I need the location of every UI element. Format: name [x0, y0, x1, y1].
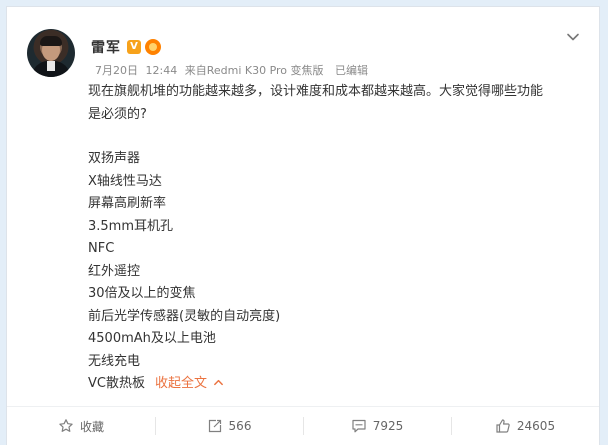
source-prefix: 来自 [184, 64, 207, 77]
like-button[interactable]: 24605 [451, 407, 599, 445]
star-icon [59, 419, 73, 432]
repost-icon [208, 419, 221, 433]
author-name[interactable]: 雷军 [91, 37, 121, 57]
post-content: 现在旗舰机堆的功能越来越多，设计难度和成本都越来越高。大家觉得哪些功能 是必须的… [88, 81, 588, 396]
feature-item: 4500mAh及以上电池 [88, 331, 216, 346]
post-intro-line-1: 现在旗舰机堆的功能越来越多，设计难度和成本都越来越高。大家觉得哪些功能 [88, 84, 544, 99]
thumbs-up-icon [496, 419, 510, 433]
comment-count: 7925 [372, 419, 404, 433]
author-avatar[interactable] [27, 29, 75, 77]
comment-icon [352, 419, 366, 433]
feature-item: NFC [88, 241, 115, 256]
verified-badge-icon: V [127, 40, 141, 54]
feature-item: X轴线性马达 [88, 173, 162, 189]
weibo-post-card: 雷军 V 7月20日 12:44 来自Redmi K30 Pro 变焦版 已编辑… [6, 6, 600, 445]
member-level-icon[interactable] [145, 39, 161, 55]
author-row: 雷军 V [91, 37, 161, 57]
feature-item: VC散热板 [88, 376, 145, 391]
post-menu-chevron-down-icon[interactable] [565, 29, 581, 45]
collapse-label: 收起全文 [154, 376, 207, 391]
repost-count: 566 [228, 419, 252, 433]
feature-item-last: VC散热板 收起全文 [88, 373, 588, 396]
feature-item: 无线充电 [88, 353, 141, 369]
favorite-button[interactable]: 收藏 [7, 407, 155, 445]
feature-item: 屏幕高刷新率 [88, 196, 167, 211]
chevron-up-icon [214, 379, 223, 386]
post-date[interactable]: 7月20日 [95, 64, 138, 77]
like-count: 24605 [516, 419, 556, 433]
feature-item: 30倍及以上的变焦 [88, 286, 196, 301]
post-meta: 7月20日 12:44 来自Redmi K30 Pro 变焦版 已编辑 [95, 62, 372, 78]
post-intro-line-2: 是必须的? [88, 106, 147, 122]
edited-label[interactable]: 已编辑 [335, 64, 368, 77]
favorite-label: 收藏 [79, 419, 104, 434]
post-time[interactable]: 12:44 [146, 64, 178, 77]
feature-item: 红外遥控 [88, 263, 141, 279]
post-source[interactable]: Redmi K30 Pro 变焦版 [207, 64, 324, 77]
collapse-full-text-link[interactable]: 收起全文 [155, 376, 224, 391]
comment-button[interactable]: 7925 [303, 407, 451, 445]
feature-item: 前后光学传感器(灵敏的自动亮度) [88, 308, 281, 324]
repost-button[interactable]: 566 [155, 407, 303, 445]
feature-item: 双扬声器 [88, 151, 141, 166]
post-action-bar: 收藏 566 7925 24605 [7, 406, 599, 445]
feature-item: 3.5mm耳机孔 [88, 218, 174, 234]
